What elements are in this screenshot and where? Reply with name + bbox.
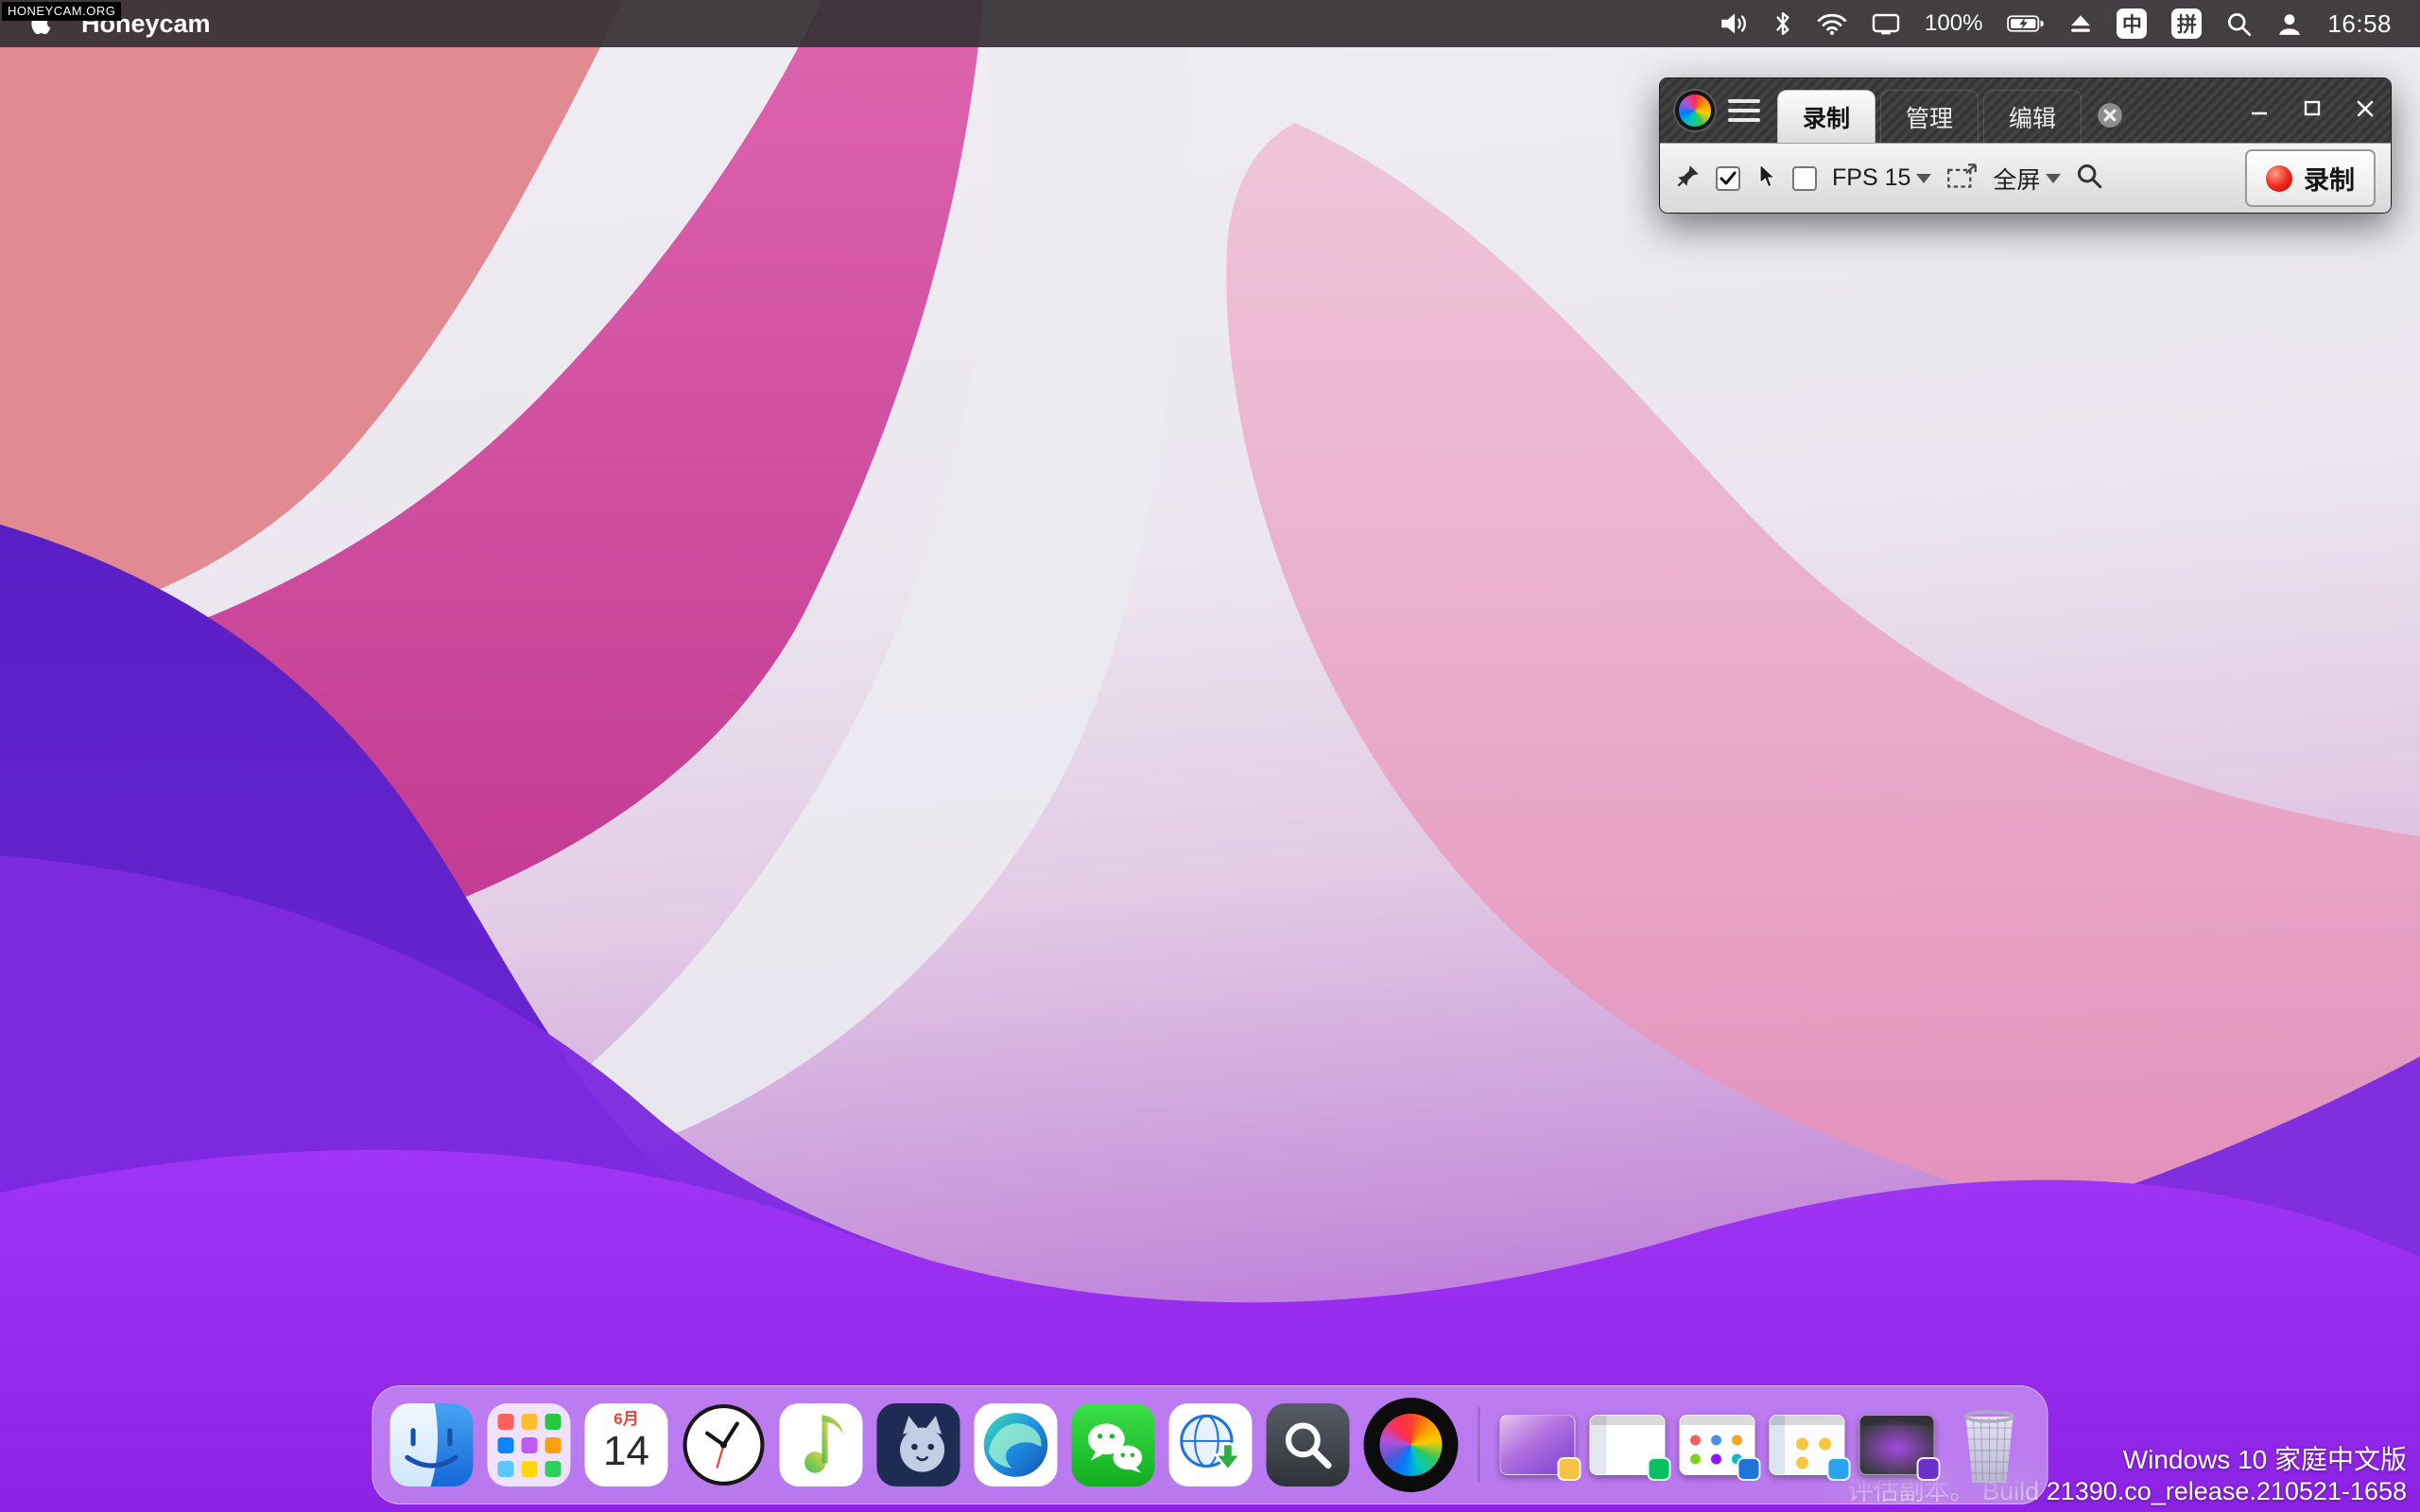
record-button-label: 录制 [2304,160,2355,197]
minimized-window-thumbnail[interactable] [1500,1415,1576,1475]
eject-icon[interactable] [2069,13,2092,34]
display-mirroring-icon[interactable] [1872,11,1900,36]
zoom-search-icon[interactable] [2076,163,2102,194]
cursor-checkbox[interactable] [1792,166,1817,191]
launchpad-tile [544,1414,561,1430]
dock-item-honeycam[interactable] [1364,1398,1459,1492]
minimized-window-thumbnail[interactable] [1859,1415,1935,1475]
minimized-window-thumbnail[interactable] [1770,1415,1845,1475]
tab-close-circle-icon[interactable] [2096,101,2124,129]
record-button[interactable]: 录制 [2245,149,2376,207]
dock-item-downloader[interactable] [1169,1403,1253,1486]
honeycam-toolbar: FPS 15 全屏 录制 [1660,143,2391,213]
tab-manage[interactable]: 管理 [1880,90,1979,143]
dock-item-cat-app[interactable] [877,1403,960,1486]
launchpad-tile [497,1414,513,1430]
fps-label: FPS 15 [1832,164,1910,192]
record-dot-icon [2266,165,2292,192]
app-badge [1648,1457,1671,1481]
close-button[interactable] [2355,98,2376,124]
tab-edit[interactable]: 编辑 [1983,90,2082,143]
launchpad-tile [521,1414,537,1430]
hamburger-menu-icon[interactable] [1728,99,1760,122]
honeycam-color-wheel-icon [1380,1414,1443,1476]
dock-item-finder[interactable] [390,1403,474,1486]
dock-item-clock[interactable] [683,1403,766,1486]
wallpaper-waves [0,0,2420,1512]
dock-item-launchpad[interactable] [488,1403,571,1486]
pin-checkbox[interactable] [1716,166,1740,191]
app-badge [1558,1457,1582,1481]
launchpad-tile [521,1461,537,1477]
input-language-cn-badge[interactable]: 中 [2117,9,2147,39]
dock-item-calendar[interactable]: 6月 14 [585,1403,668,1486]
wifi-icon[interactable] [1817,12,1847,36]
bluetooth-icon[interactable] [1773,10,1792,37]
launchpad-tile [544,1437,561,1453]
maximize-button[interactable] [2302,98,2323,124]
dock-item-music[interactable] [780,1403,863,1486]
launchpad-tile [497,1437,513,1453]
minimize-button[interactable] [2249,98,2270,124]
corner-watermark-tag: HONEYCAM.ORG [2,2,121,21]
launchpad-tile [497,1461,513,1477]
app-badge [1827,1457,1851,1481]
calendar-day-label: 14 [603,1429,649,1474]
spotlight-search-icon[interactable] [2226,11,2252,37]
region-label: 全屏 [1993,162,2040,196]
menubar: Honeycam 100% 中 拼 [0,0,2420,47]
app-badge [1917,1457,1941,1481]
minimized-window-thumbnail[interactable] [1680,1415,1755,1475]
calendar-month-label: 6月 [614,1411,638,1429]
tab-record[interactable]: 录制 [1777,90,1876,143]
launchpad-tile [544,1461,561,1477]
dock: 6月 14 [372,1385,2048,1504]
desktop: HONEYCAM.ORG Honeycam 100% [0,0,2420,1512]
capture-region-icon[interactable] [1946,163,1978,195]
chevron-down-icon [2046,174,2061,183]
dock-item-search[interactable] [1267,1403,1350,1486]
pin-always-on-top-icon[interactable] [1675,163,1701,194]
user-account-icon[interactable] [2276,10,2303,37]
fps-selector[interactable]: FPS 15 [1832,164,1931,192]
dock-item-wechat[interactable] [1072,1403,1155,1486]
volume-icon[interactable] [1719,10,1749,37]
battery-percent-label: 100% [1925,10,1982,37]
dock-item-trash[interactable] [1949,1401,2031,1488]
honeycam-tabs: 录制 管理 编辑 [1777,92,2124,143]
dock-item-edge-browser[interactable] [975,1403,1058,1486]
wallpaper [0,0,2420,1512]
cursor-capture-icon[interactable] [1755,163,1777,194]
clock-label[interactable]: 16:58 [2327,9,2392,39]
app-badge [1737,1457,1761,1481]
honeycam-titlebar[interactable]: 录制 管理 编辑 [1660,78,2391,143]
input-method-pinyin-badge[interactable]: 拼 [2171,9,2202,39]
chevron-down-icon [1916,174,1931,183]
honeycam-logo-icon [1675,91,1715,130]
launchpad-tile [521,1437,537,1453]
battery-charging-icon[interactable] [2007,14,2045,33]
dock-separator [1478,1407,1480,1483]
minimized-window-thumbnail[interactable] [1590,1415,1666,1475]
region-selector[interactable]: 全屏 [1993,162,2061,196]
honeycam-window: 录制 管理 编辑 [1659,77,2392,214]
